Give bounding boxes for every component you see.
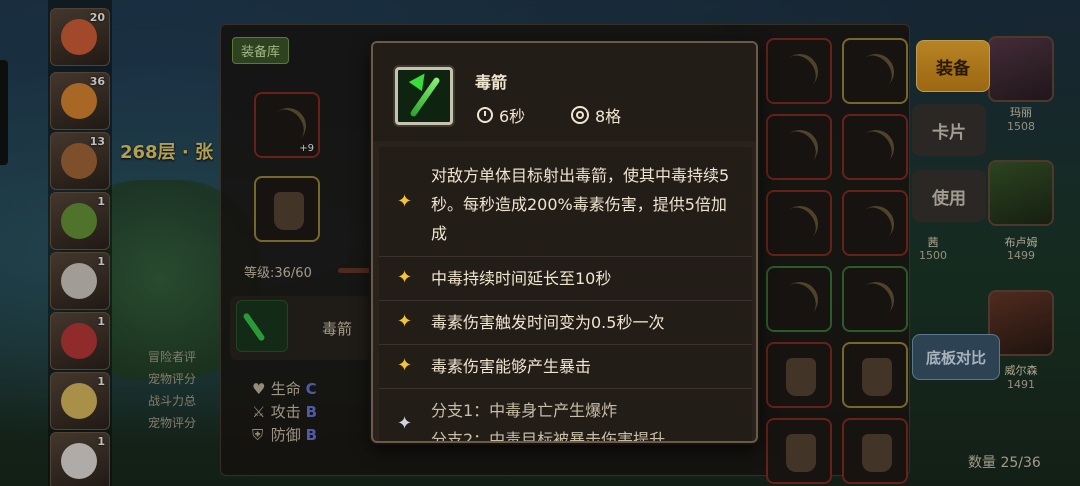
star-icon: ✦ [397, 355, 413, 376]
branch-text: 分支1：中毒身亡产生爆炸 分支2：中毒目标被暴击伤害提升 [431, 396, 666, 443]
effect-text: 中毒持续时间延长至10秒 [431, 269, 612, 288]
effect-text: 毒素伤害触发时间变为0.5秒一次 [431, 313, 665, 332]
star-icon: ✦ [397, 267, 413, 288]
effect-row: ✦ 对敌方单体目标射出毒箭，使其中毒持续5秒。每秒造成200%毒素伤害，提供5倍… [379, 147, 752, 257]
star-icon: ✦ [397, 413, 413, 434]
target-icon [571, 106, 589, 124]
star-icon: ✦ [397, 191, 413, 212]
effect-text: 对敌方单体目标射出毒箭，使其中毒持续5秒。每秒造成200%毒素伤害，提供5倍加成 [431, 166, 730, 243]
branch-row: ✦ 分支1：中毒身亡产生爆炸 分支2：中毒目标被暴击伤害提升 [379, 389, 752, 443]
star-icon: ✦ [397, 311, 413, 332]
effect-row: ✦ 中毒持续时间延长至10秒 [379, 257, 752, 301]
skill-tooltip: 毒箭 6秒 8格 ✦ 对敌方单体目标射出毒箭，使其中毒持续5秒。每秒造成200%… [371, 41, 758, 443]
skill-name: 毒箭 [475, 73, 508, 92]
cooldown: 6秒 [477, 103, 525, 127]
branch-2: 分支2：中毒目标被暴击伤害提升 [431, 430, 666, 443]
tooltip-body: ✦ 对敌方单体目标射出毒箭，使其中毒持续5秒。每秒造成200%毒素伤害，提供5倍… [379, 147, 752, 443]
skill-icon [395, 67, 453, 125]
range-value: 8格 [595, 107, 622, 126]
clock-icon [477, 107, 493, 123]
range: 8格 [571, 103, 621, 127]
tooltip-header: 毒箭 6秒 8格 [373, 43, 756, 141]
effect-row: ✦ 毒素伤害能够产生暴击 [379, 345, 752, 389]
branch-1: 分支1：中毒身亡产生爆炸 [431, 401, 618, 420]
cooldown-value: 6秒 [499, 107, 526, 126]
effect-text: 毒素伤害能够产生暴击 [431, 357, 592, 376]
effect-row: ✦ 毒素伤害触发时间变为0.5秒一次 [379, 301, 752, 345]
